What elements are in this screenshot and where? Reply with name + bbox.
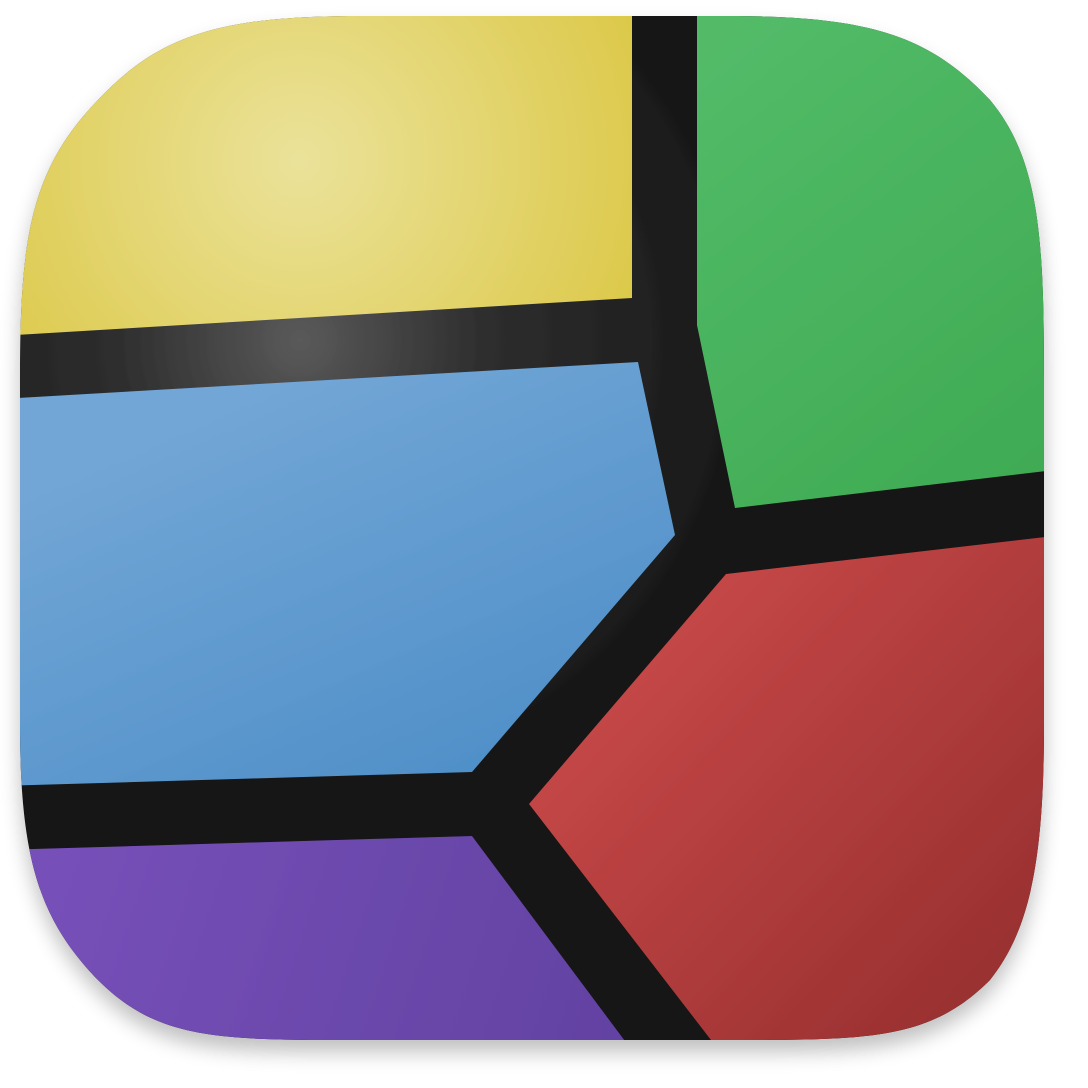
- yellow-cell: [20, 16, 632, 336]
- app-icon: [0, 0, 1088, 1088]
- green-cell: [697, 16, 1044, 508]
- app-icon-graphic: [20, 16, 1044, 1040]
